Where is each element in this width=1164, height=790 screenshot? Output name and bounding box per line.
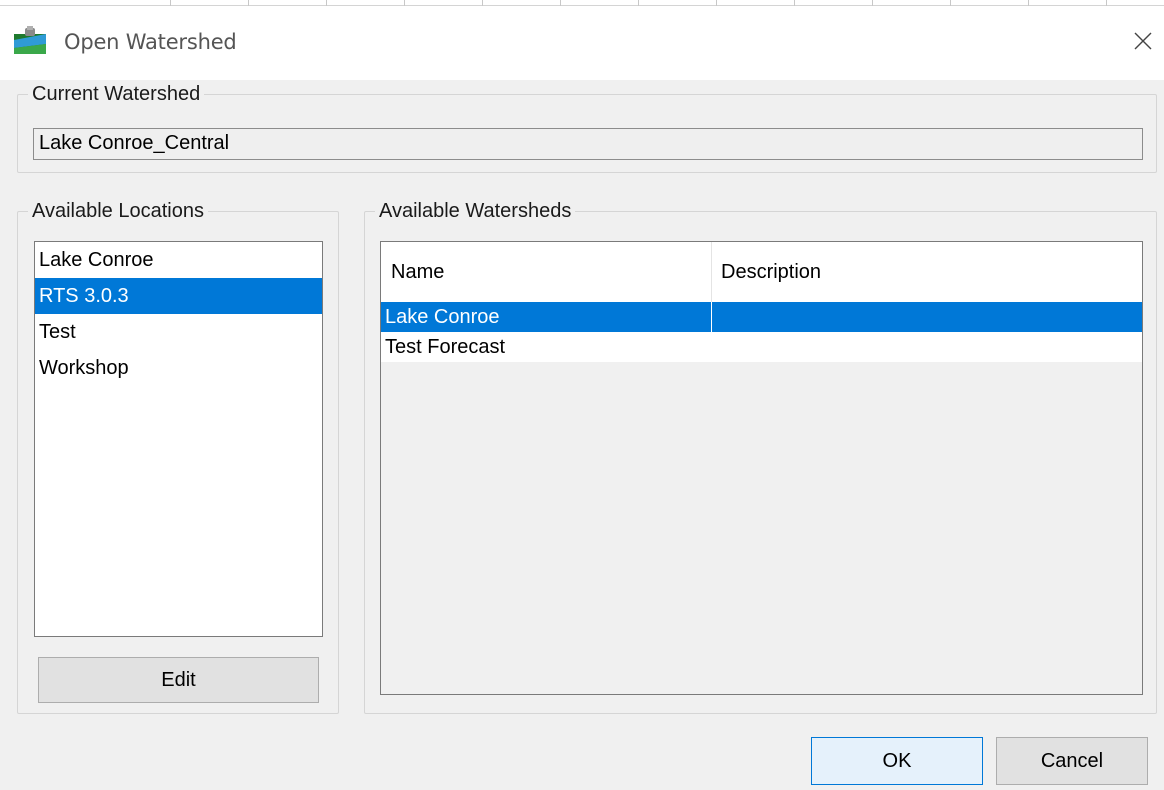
locations-list[interactable]: Lake Conroe RTS 3.0.3 Test Workshop <box>34 241 323 637</box>
location-item[interactable]: Test <box>35 314 322 350</box>
watersheds-table[interactable]: Name Description Lake Conroe Test Forecas… <box>380 241 1143 695</box>
cancel-button[interactable]: Cancel <box>996 737 1148 785</box>
cell-description <box>711 302 1142 332</box>
cell-name: Test Forecast <box>385 336 506 358</box>
window-title: Open Watershed <box>64 30 237 54</box>
close-icon[interactable] <box>1128 26 1158 56</box>
background-window-strip <box>0 0 1164 6</box>
location-item[interactable]: Workshop <box>35 350 322 386</box>
location-item[interactable]: RTS 3.0.3 <box>35 278 322 314</box>
location-item[interactable]: Lake Conroe <box>35 242 322 278</box>
cell-name: Lake Conroe <box>385 306 500 328</box>
edit-button[interactable]: Edit <box>38 657 319 703</box>
title-bar: Open Watershed <box>0 0 1164 80</box>
available-watersheds-legend: Available Watersheds <box>379 200 572 222</box>
available-locations-legend: Available Locations <box>32 200 204 222</box>
table-row[interactable]: Lake Conroe <box>381 302 1142 332</box>
cell-description <box>711 332 1142 362</box>
table-header: Name Description <box>381 242 1142 302</box>
column-header-name[interactable]: Name <box>381 242 711 302</box>
ok-button[interactable]: OK <box>811 737 983 785</box>
column-header-description[interactable]: Description <box>711 242 1142 302</box>
current-watershed-field: Lake Conroe_Central <box>33 128 1143 160</box>
current-watershed-legend: Current Watershed <box>32 83 201 105</box>
watershed-app-icon <box>14 26 46 54</box>
table-row[interactable]: Test Forecast <box>381 332 1142 362</box>
